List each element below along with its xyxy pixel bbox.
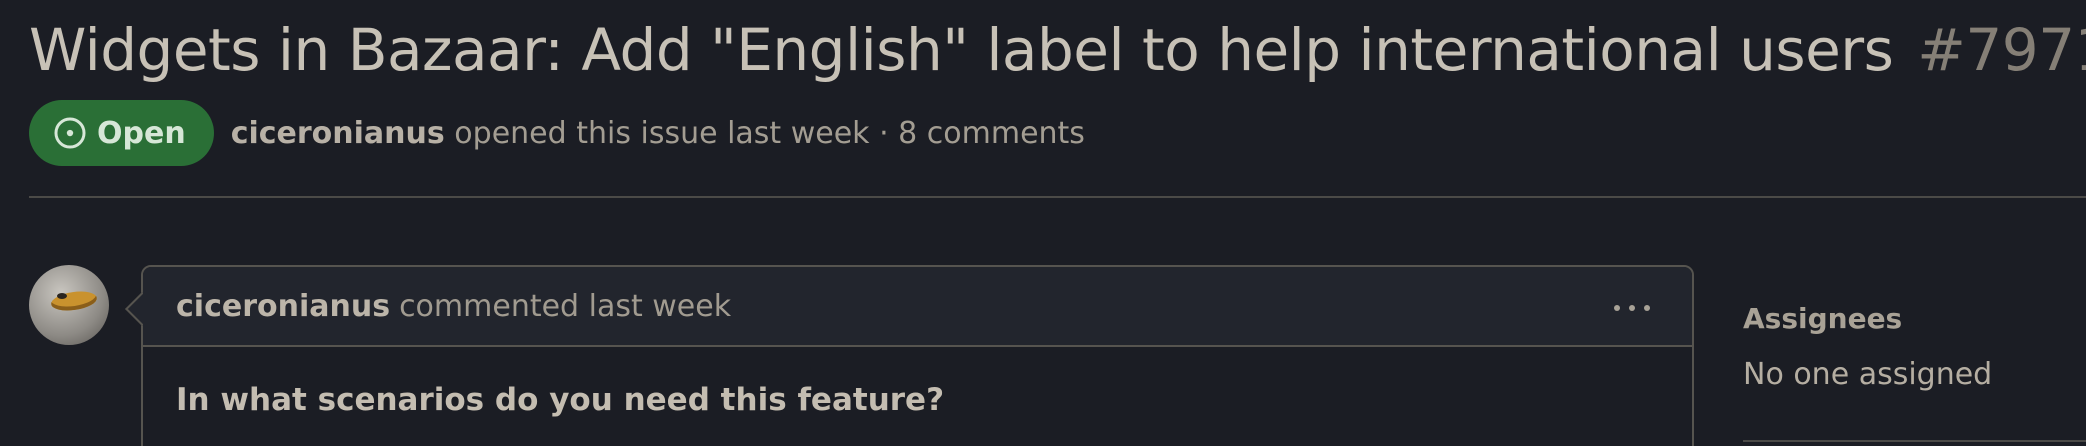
header-divider — [29, 196, 2086, 198]
comment-author-link[interactable]: ciceronianus — [176, 289, 390, 324]
issue-meta-text: ciceronianus opened this issue last week… — [231, 116, 1085, 151]
comment-card: ciceronianus commented last week In what… — [141, 265, 1694, 446]
sidebar-divider — [1743, 440, 2086, 442]
issue-sidebar: Assignees No one assigned — [1743, 302, 2086, 442]
status-badge: Open — [29, 100, 214, 166]
comment-timestamp[interactable]: commented last week — [399, 289, 731, 324]
avatar-bird-bill — [49, 288, 99, 314]
assignees-heading[interactable]: Assignees — [1743, 302, 2086, 335]
comment-body-heading: In what scenarios do you need this featu… — [176, 382, 945, 418]
status-label: Open — [97, 115, 186, 151]
issue-meta: Open ciceronianus opened this issue last… — [29, 100, 1085, 166]
issue-page: Widgets in Bazaar: Add "English" label t… — [0, 0, 2086, 446]
kebab-dot — [1644, 305, 1650, 311]
kebab-dot — [1629, 305, 1635, 311]
kebab-dot — [1614, 305, 1620, 311]
comment-body: In what scenarios do you need this featu… — [143, 347, 1692, 446]
kebab-horizontal-icon[interactable] — [1612, 293, 1652, 323]
comment-header: ciceronianus commented last week — [143, 267, 1692, 347]
issue-title-row: Widgets in Bazaar: Add "English" label t… — [29, 12, 2086, 88]
issue-meta-description: opened this issue last week · 8 comments — [454, 115, 1085, 151]
assignees-value: No one assigned — [1743, 357, 1993, 392]
issue-author-link[interactable]: ciceronianus — [231, 116, 445, 151]
avatar[interactable] — [29, 265, 109, 345]
avatar-bird-eye — [57, 293, 67, 299]
issue-title: Widgets in Bazaar: Add "English" label t… — [29, 16, 1894, 84]
issue-number: #7971 — [1917, 16, 2086, 84]
issue-opened-icon — [54, 117, 86, 149]
